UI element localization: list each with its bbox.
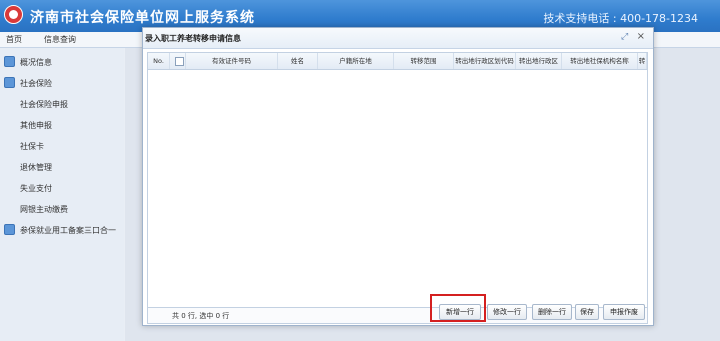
void-declaration-button[interactable]: 申报作废 (603, 304, 645, 320)
column-header[interactable]: 转移范围 (394, 53, 454, 69)
sidebar-item-label: 社会保险申报 (20, 100, 68, 109)
sidebar-item-overview[interactable]: 概况信息 (0, 54, 124, 70)
data-grid: No. 有效证件号码 姓名 户籍所在地 转移范围 转出地行政区划代码 转出地行政… (147, 52, 648, 324)
sidebar-item-si-declare[interactable]: 社会保险申报 (0, 96, 124, 112)
column-header[interactable]: 转出地行政区 (516, 53, 562, 69)
sidebar: 概况信息 社会保险 社会保险申报 其他申报 社保卡 退休管理 失业支付 网银主动… (0, 48, 124, 341)
sidebar-item-label: 其他申报 (20, 121, 52, 130)
grid-header: No. 有效证件号码 姓名 户籍所在地 转移范围 转出地行政区划代码 转出地行政… (148, 53, 647, 70)
column-header[interactable]: 转 (638, 53, 647, 69)
column-header-select (170, 53, 186, 69)
save-button[interactable]: 保存 (575, 304, 599, 320)
highlight-box (430, 294, 486, 322)
sidebar-item-label: 社保卡 (20, 142, 44, 151)
row-count: 共 0 行, 选中 0 行 (172, 312, 230, 320)
dialog-title: 录入职工养老转移申请信息 (145, 34, 241, 43)
column-header[interactable]: 户籍所在地 (318, 53, 394, 69)
sidebar-item-retirement[interactable]: 退休管理 (0, 159, 124, 175)
tab-info-query[interactable]: 信息查询 (44, 34, 76, 45)
sidebar-item-label: 参保就业用工备案三口合一 (20, 226, 116, 235)
sidebar-item-social-insurance[interactable]: 社会保险 (0, 75, 124, 91)
column-header[interactable]: 姓名 (278, 53, 318, 69)
edit-row-button[interactable]: 修改一行 (487, 304, 527, 320)
column-header: No. (148, 53, 170, 69)
select-all-checkbox[interactable] (175, 57, 184, 66)
close-icon[interactable]: × (637, 31, 645, 42)
sidebar-item-label: 退休管理 (20, 163, 52, 172)
site-title: 济南市社会保险单位网上服务系统 (30, 10, 255, 26)
column-header[interactable]: 转出地行政区划代码 (454, 53, 516, 69)
transfer-dialog: 录入职工养老转移申请信息 ⤢ × No. 有效证件号码 姓名 户籍所在地 转移范… (142, 27, 654, 326)
logo-icon (4, 5, 23, 24)
edit-icon (4, 224, 15, 235)
sidebar-item-ss-card[interactable]: 社保卡 (0, 138, 124, 154)
sidebar-item-bank-payment[interactable]: 网银主动缴费 (0, 201, 124, 217)
grid-footer: 共 0 行, 选中 0 行 (148, 307, 647, 323)
sidebar-item-label: 社会保险 (20, 79, 52, 88)
column-header[interactable]: 有效证件号码 (186, 53, 278, 69)
support-phone: 技术支持电话 : 400-178-1234 (543, 12, 698, 25)
home-icon (4, 56, 15, 67)
tab-home[interactable]: 首页 (6, 34, 22, 45)
sidebar-item-unemployment[interactable]: 失业支付 (0, 180, 124, 196)
maximize-icon[interactable]: ⤢ (621, 32, 631, 42)
delete-row-button[interactable]: 删除一行 (532, 304, 572, 320)
sidebar-item-label: 失业支付 (20, 184, 52, 193)
dialog-title-bar: 录入职工养老转移申请信息 ⤢ × (143, 28, 653, 49)
sidebar-item-other-declare[interactable]: 其他申报 (0, 117, 124, 133)
sidebar-item-label: 网银主动缴费 (20, 205, 68, 214)
column-header[interactable]: 转出地社保机构名称 (562, 53, 638, 69)
sidebar-item-label: 概况信息 (20, 58, 52, 67)
edit-icon (4, 77, 15, 88)
sidebar-item-employment-filing[interactable]: 参保就业用工备案三口合一 (0, 222, 124, 238)
